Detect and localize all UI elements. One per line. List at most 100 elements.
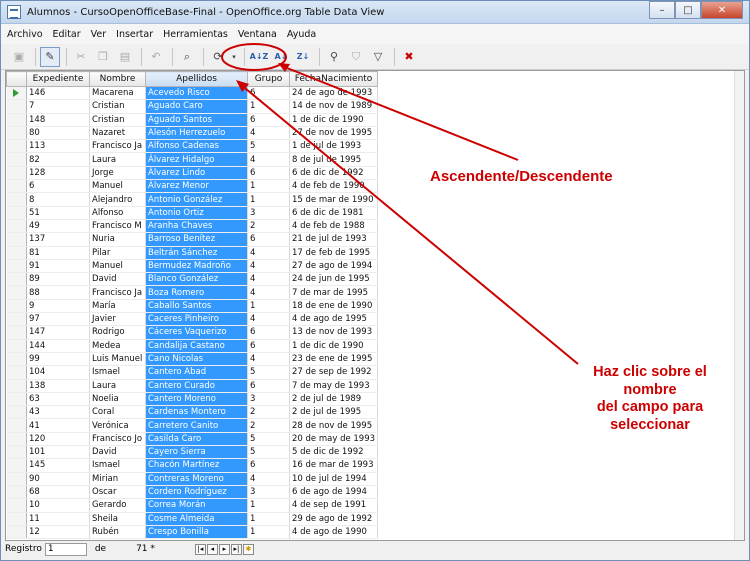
edit-data-icon[interactable]: ✎ (40, 46, 60, 67)
row-selector[interactable] (6, 152, 27, 167)
row-selector[interactable] (6, 472, 27, 486)
cell-grupo[interactable]: 6 (247, 339, 290, 353)
table-row[interactable]: 63 Noelia Cantero Moreno 3 2 de jul de 1989 (6, 392, 379, 407)
cell-expediente[interactable]: 148 (26, 113, 90, 127)
cell-nombre[interactable]: Medea (89, 339, 146, 353)
cell-fechanacimiento[interactable]: 4 de feb de 1988 (289, 219, 379, 234)
cell-nombre[interactable]: Javier (89, 312, 146, 327)
cell-expediente[interactable]: 41 (26, 418, 90, 433)
cell-nombre[interactable]: Francisco Ja (89, 139, 146, 154)
cell-grupo[interactable]: 4 (247, 472, 290, 486)
cell-grupo[interactable]: 6 (247, 232, 290, 247)
table-row[interactable]: 51 Alfonso Antonio Ortiz 3 6 de dic de 1981 (6, 206, 379, 220)
table-row[interactable]: 89 David Blanco González 4 24 de jun de 1995 (6, 272, 379, 287)
cell-fechanacimiento[interactable]: 16 de mar de 1993 (289, 458, 379, 473)
cell-fechanacimiento[interactable]: 4 de ago de 1995 (289, 312, 379, 327)
row-selector[interactable] (6, 139, 27, 154)
cell-grupo[interactable]: 4 (247, 126, 290, 141)
cell-grupo[interactable]: 6 (247, 458, 290, 473)
record-number-input[interactable]: 1 (44, 542, 87, 556)
cell-nombre[interactable]: María (89, 299, 146, 314)
table-row[interactable]: 120 Francisco Jo Casilda Caro 5 20 de may de… (6, 432, 379, 447)
cell-grupo[interactable]: 3 (247, 485, 290, 500)
cell-apellidos[interactable]: Caceres Pinheiro (145, 312, 248, 327)
row-selector[interactable] (6, 498, 27, 513)
cell-expediente[interactable]: 138 (26, 379, 90, 393)
cell-fechanacimiento[interactable]: 1 de dic de 1990 (289, 339, 379, 353)
table-row[interactable]: 12 Rubén Crespo Bonilla 1 4 de ago de 1990 (6, 525, 379, 540)
cell-apellidos[interactable]: Cardenas Montero (145, 405, 248, 420)
column-header-apellidos[interactable]: Apellidos (145, 71, 248, 87)
row-selector[interactable] (6, 259, 27, 274)
table-row[interactable]: 80 Nazaret Alesón Herrezuelo 4 27 de nov de … (6, 126, 379, 141)
cell-apellidos[interactable]: Cantero Moreno (145, 392, 248, 407)
cell-fechanacimiento[interactable]: 6 de ago de 1994 (289, 485, 379, 500)
cell-apellidos[interactable]: Barroso Benítez (145, 232, 248, 247)
cell-apellidos[interactable]: Blanco González (145, 272, 248, 287)
row-selector[interactable] (6, 99, 27, 114)
cell-fechanacimiento[interactable]: 7 de mar de 1995 (289, 285, 379, 300)
cell-apellidos[interactable]: Cayero Sierra (145, 445, 248, 460)
last-record-icon[interactable]: ▸| (230, 543, 242, 555)
cell-grupo[interactable]: 1 (247, 179, 290, 194)
cell-expediente[interactable]: 11 (26, 512, 90, 526)
table-row[interactable]: 104 Ismael Cantero Abad 5 27 de sep de 1992 (6, 365, 379, 380)
cell-apellidos[interactable]: Alesón Herrezuelo (145, 126, 248, 141)
cell-nombre[interactable]: Luis Manuel (89, 352, 146, 367)
delete-record-icon[interactable]: ✖ (399, 47, 419, 67)
undo-icon[interactable]: ↶ (146, 47, 166, 67)
cell-nombre[interactable]: Mirian (89, 472, 146, 486)
cell-nombre[interactable]: Macarena (89, 86, 146, 101)
row-selector[interactable] (6, 512, 27, 526)
table-row[interactable]: 7 Cristian Aguado Caro 1 14 de nov de 1989 (6, 99, 379, 114)
cell-nombre[interactable]: Verónica (89, 418, 146, 433)
cell-nombre[interactable]: Oscar (89, 485, 146, 500)
cell-grupo[interactable]: 6 (247, 379, 290, 393)
row-selector[interactable] (6, 126, 27, 141)
cell-fechanacimiento[interactable]: 27 de nov de 1995 (289, 126, 379, 141)
row-selector[interactable] (6, 485, 27, 500)
cell-expediente[interactable]: 101 (26, 445, 90, 460)
cell-fechanacimiento[interactable]: 4 de ago de 1990 (289, 525, 379, 540)
cell-apellidos[interactable]: Chacón Martínez (145, 458, 248, 473)
cell-apellidos[interactable]: Beltrán Sánchez (145, 246, 248, 260)
cell-apellidos[interactable]: Cantero Curado (145, 379, 248, 393)
table-row[interactable]: 9 María Caballo Santos 1 18 de ene de 1990 (6, 299, 379, 314)
cell-nombre[interactable]: Cristian (89, 113, 146, 127)
cell-grupo[interactable]: 4 (247, 285, 290, 300)
dropdown-arrow-icon[interactable]: ▾ (230, 47, 238, 67)
row-selector[interactable] (6, 352, 27, 367)
cell-grupo[interactable]: 2 (247, 405, 290, 420)
cell-grupo[interactable]: 4 (247, 352, 290, 367)
cell-grupo[interactable]: 4 (247, 246, 290, 260)
cell-apellidos[interactable]: Álvarez Lindo (145, 166, 248, 181)
first-record-icon[interactable]: |◂ (194, 543, 206, 555)
cell-apellidos[interactable]: Alfonso Cadenas (145, 139, 248, 154)
column-header-fechanacimiento[interactable]: FechaNacimiento (288, 71, 379, 87)
table-row[interactable]: 88 Francisco Ja Boza Romero 4 7 de mar de 19… (6, 285, 379, 300)
cell-nombre[interactable]: Pilar (89, 246, 146, 260)
cell-apellidos[interactable]: Acevedo Risco (145, 86, 248, 101)
table-row[interactable]: 137 Nuria Barroso Benítez 6 21 de jul de 199… (6, 232, 379, 247)
cell-nombre[interactable]: Nazaret (89, 126, 146, 141)
cell-fechanacimiento[interactable]: 24 de ago de 1993 (289, 86, 379, 101)
cell-apellidos[interactable]: Correa Morán (145, 498, 248, 513)
cell-apellidos[interactable]: Antonio Ortiz (145, 206, 248, 220)
row-selector[interactable] (6, 392, 27, 407)
cell-grupo[interactable]: 1 (247, 512, 290, 526)
paste-icon[interactable]: ▤ (115, 47, 135, 67)
cell-expediente[interactable]: 7 (26, 99, 90, 114)
cell-nombre[interactable]: Francisco M (89, 219, 146, 234)
cell-fechanacimiento[interactable]: 29 de ago de 1992 (289, 512, 379, 526)
column-header-nombre[interactable]: Nombre (89, 71, 146, 87)
cell-grupo[interactable]: 4 (247, 152, 290, 167)
cell-expediente[interactable]: 104 (26, 365, 90, 380)
cell-expediente[interactable]: 43 (26, 405, 90, 420)
cell-grupo[interactable]: 4 (247, 272, 290, 287)
cell-nombre[interactable]: David (89, 445, 146, 460)
cell-expediente[interactable]: 113 (26, 139, 90, 154)
table-row[interactable]: 97 Javier Caceres Pinheiro 4 4 de ago de 199… (6, 312, 379, 327)
table-row[interactable]: 68 Oscar Cordero Rodríguez 3 6 de ago de 199… (6, 485, 379, 500)
cell-nombre[interactable]: Laura (89, 379, 146, 393)
row-selector[interactable] (6, 458, 27, 473)
